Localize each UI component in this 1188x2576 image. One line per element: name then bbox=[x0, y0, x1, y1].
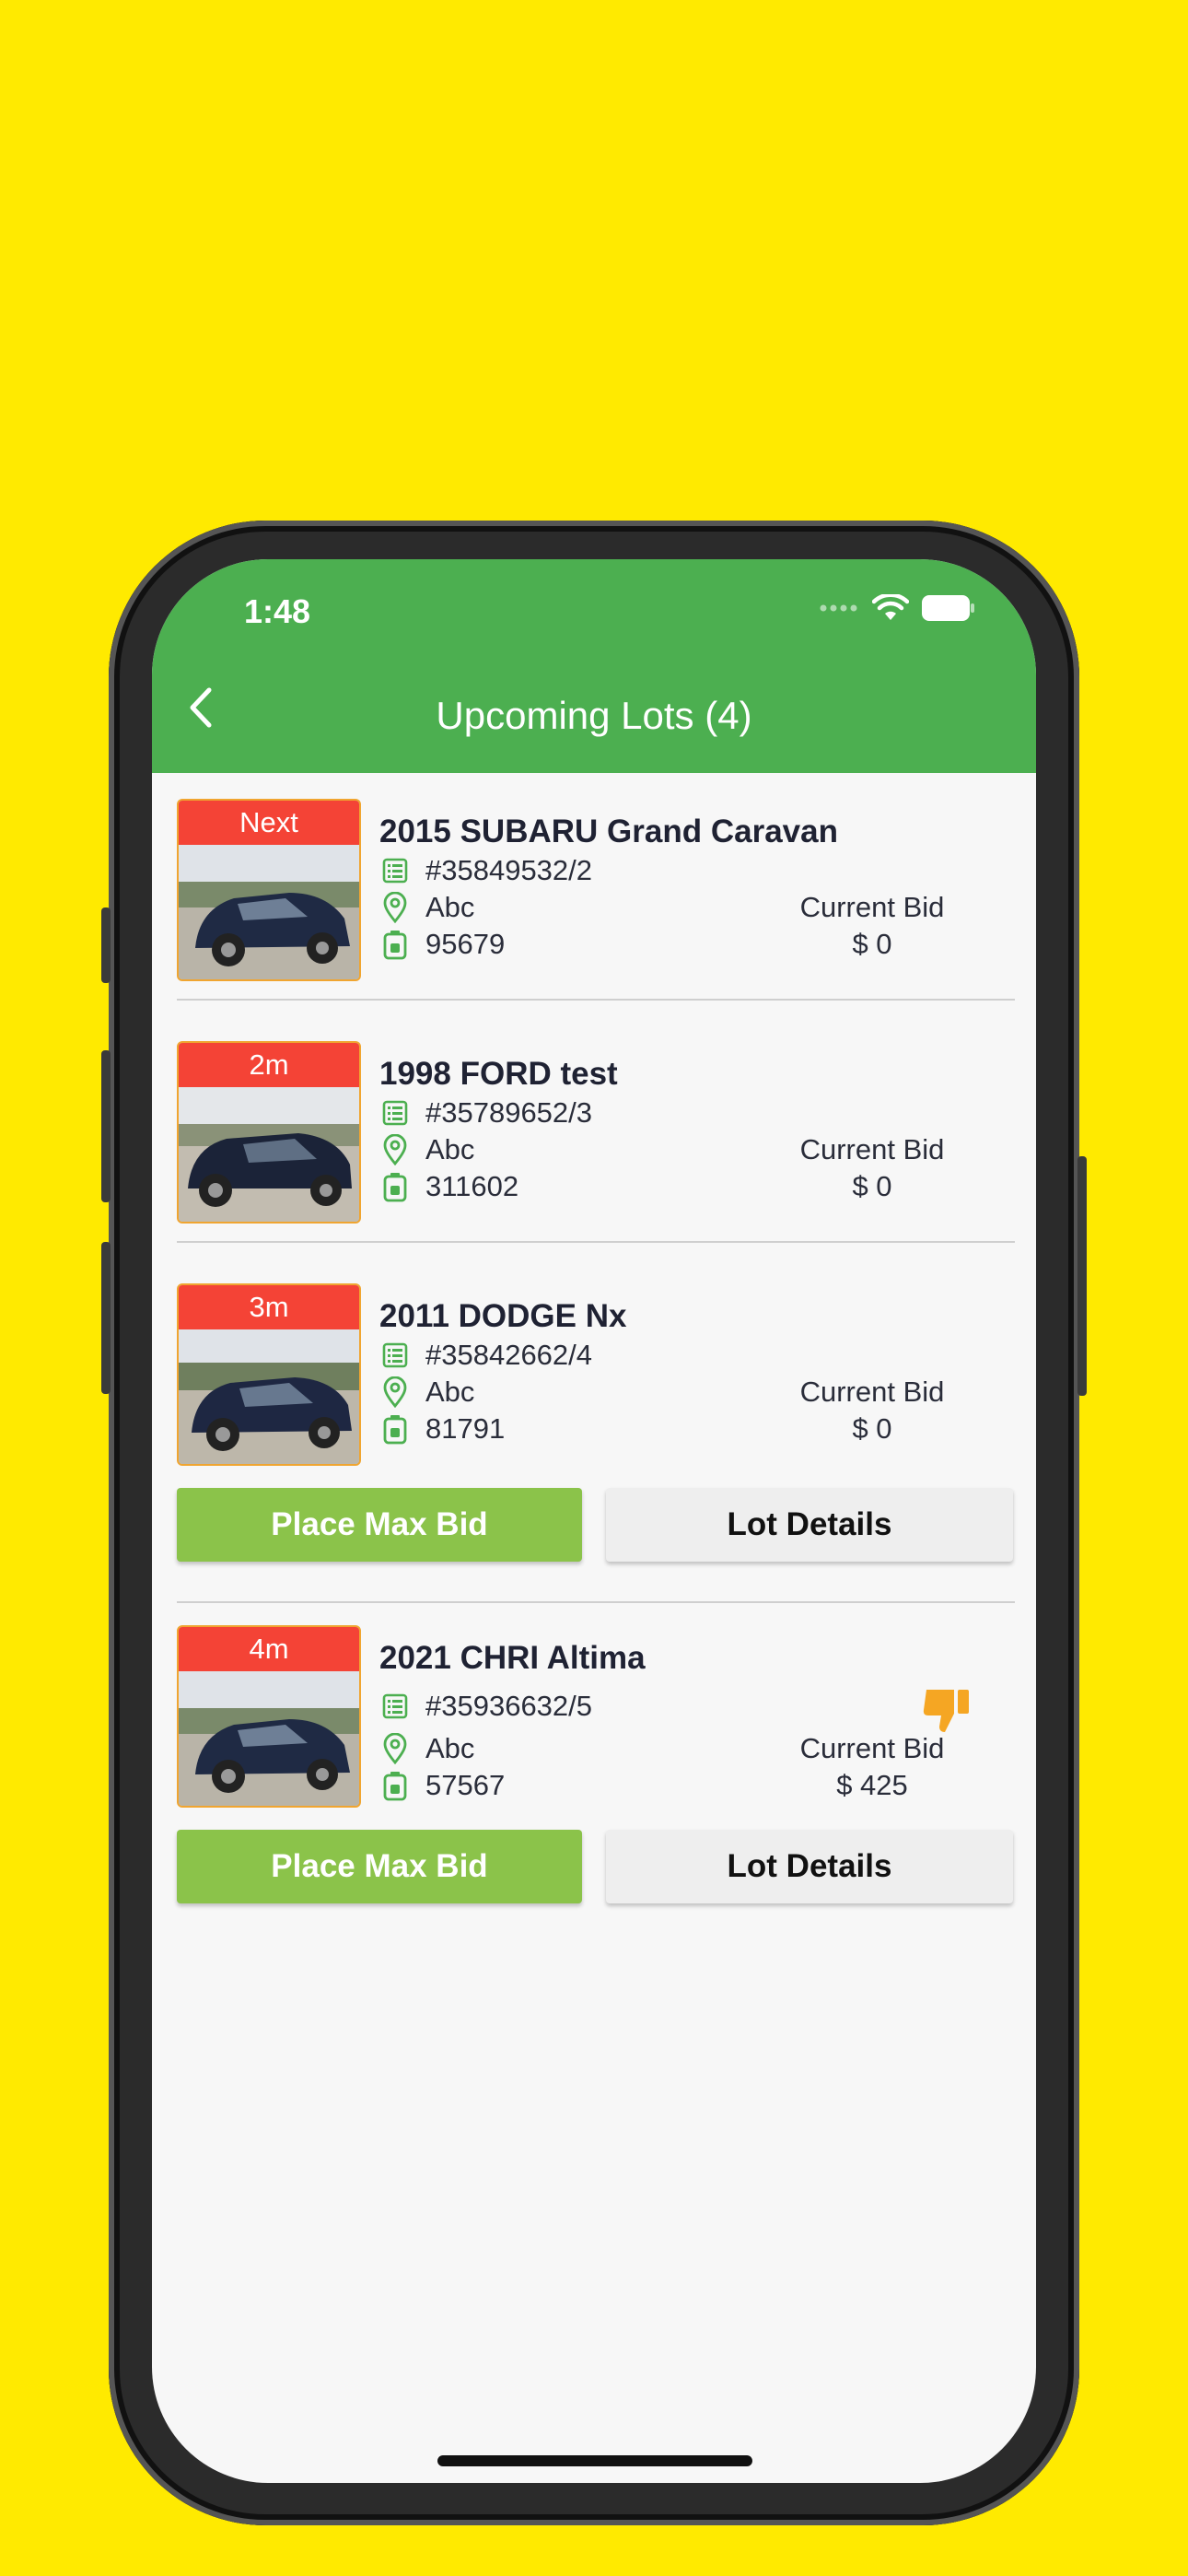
lot-number-row: #35936632/5 bbox=[379, 1690, 592, 1723]
current-bid: Current Bid $ 0 bbox=[766, 1376, 978, 1446]
location-row: Abc bbox=[379, 891, 474, 924]
lot-number-row: #35789652/3 bbox=[379, 1096, 592, 1130]
odometer: 311602 bbox=[425, 1170, 519, 1202]
lot-card[interactable]: 3m 2011 DODGE Nx #35842662/4 Abc 81791 C… bbox=[177, 1283, 1015, 1626]
lot-card[interactable]: Next 2015 SUBARU Grand Caravan #35849532… bbox=[177, 799, 1015, 1025]
divider bbox=[177, 1241, 1015, 1243]
current-bid-value: $ 425 bbox=[836, 1769, 908, 1801]
current-bid: Current Bid $ 425 bbox=[766, 1732, 978, 1802]
odometer-row: 57567 bbox=[379, 1769, 505, 1802]
odometer-icon bbox=[379, 1413, 411, 1445]
car-image bbox=[179, 845, 359, 979]
car-image bbox=[179, 1087, 359, 1222]
odometer: 57567 bbox=[425, 1769, 506, 1801]
location-pin-icon bbox=[379, 1134, 411, 1165]
cellular-dots-icon bbox=[820, 604, 857, 612]
divider bbox=[177, 999, 1015, 1001]
lot-details-button[interactable]: Lot Details bbox=[606, 1488, 1013, 1562]
lot-number-row: #35849532/2 bbox=[379, 854, 592, 887]
current-bid-label: Current Bid bbox=[799, 1133, 945, 1165]
location-pin-icon bbox=[379, 892, 411, 923]
vehicle-thumbnail[interactable]: Next bbox=[177, 799, 361, 981]
lot-number: #35849532/2 bbox=[425, 854, 593, 886]
current-bid-label: Current Bid bbox=[799, 891, 945, 923]
app-bar: 1:48 Upcoming Lots (4) bbox=[152, 559, 1036, 773]
vehicle-thumbnail[interactable]: 3m bbox=[177, 1283, 361, 1466]
odometer-icon bbox=[379, 929, 411, 960]
phone-volume-down bbox=[101, 1242, 111, 1394]
odometer: 95679 bbox=[425, 928, 506, 960]
current-bid-label: Current Bid bbox=[799, 1376, 945, 1408]
current-bid-label: Current Bid bbox=[799, 1732, 945, 1764]
app-screen: 1:48 Upcoming Lots (4) Next 2015 SUBARU … bbox=[152, 559, 1036, 2483]
location: Abc bbox=[425, 1376, 475, 1408]
odometer-icon bbox=[379, 1770, 411, 1801]
lot-title[interactable]: 2011 DODGE Nx bbox=[379, 1298, 626, 1335]
lot-number: #35789652/3 bbox=[425, 1096, 593, 1129]
lot-number-row: #35842662/4 bbox=[379, 1339, 592, 1372]
lot-card[interactable]: 2m 1998 FORD test #35789652/3 Abc 311602… bbox=[177, 1041, 1015, 1268]
lot-timer-badge: 2m bbox=[179, 1043, 359, 1087]
current-bid: Current Bid $ 0 bbox=[766, 1133, 978, 1203]
lot-details-button[interactable]: Lot Details bbox=[606, 1830, 1013, 1903]
home-indicator[interactable] bbox=[437, 2455, 752, 2466]
thumbs-down-icon bbox=[921, 1686, 973, 1739]
current-bid-value: $ 0 bbox=[852, 1412, 892, 1445]
list-icon bbox=[379, 1691, 411, 1722]
phone-volume-up bbox=[101, 1050, 111, 1202]
odometer: 81791 bbox=[425, 1412, 506, 1445]
lot-number: #35936632/5 bbox=[425, 1690, 593, 1722]
odometer-row: 95679 bbox=[379, 928, 505, 961]
lot-title[interactable]: 2015 SUBARU Grand Caravan bbox=[379, 814, 838, 850]
odometer-row: 81791 bbox=[379, 1412, 505, 1446]
wifi-icon bbox=[872, 594, 909, 620]
list-icon bbox=[379, 1097, 411, 1129]
location-pin-icon bbox=[379, 1733, 411, 1764]
lot-title[interactable]: 2021 CHRI Altima bbox=[379, 1640, 646, 1677]
place-max-bid-button[interactable]: Place Max Bid bbox=[177, 1488, 582, 1562]
list-icon bbox=[379, 1340, 411, 1371]
lot-timer-badge: 4m bbox=[179, 1627, 359, 1671]
location-row: Abc bbox=[379, 1133, 474, 1166]
car-image bbox=[179, 1671, 359, 1806]
list-icon bbox=[379, 855, 411, 886]
location: Abc bbox=[425, 1732, 475, 1764]
divider bbox=[177, 1601, 1015, 1603]
page-title: Upcoming Lots (4) bbox=[436, 694, 752, 737]
vehicle-thumbnail[interactable]: 4m bbox=[177, 1625, 361, 1808]
odometer-row: 311602 bbox=[379, 1170, 518, 1203]
odometer-icon bbox=[379, 1171, 411, 1202]
status-icons bbox=[819, 594, 975, 622]
location: Abc bbox=[425, 1133, 475, 1165]
phone-power-button bbox=[1077, 1156, 1087, 1396]
current-bid-value: $ 0 bbox=[852, 1170, 892, 1202]
location-pin-icon bbox=[379, 1376, 411, 1408]
lot-timer-badge: Next bbox=[179, 801, 359, 845]
lot-title[interactable]: 1998 FORD test bbox=[379, 1056, 618, 1093]
location: Abc bbox=[425, 891, 475, 923]
phone-silent-switch bbox=[101, 907, 111, 983]
lot-number: #35842662/4 bbox=[425, 1339, 593, 1371]
place-max-bid-button[interactable]: Place Max Bid bbox=[177, 1830, 582, 1903]
current-bid-value: $ 0 bbox=[852, 928, 892, 960]
vehicle-thumbnail[interactable]: 2m bbox=[177, 1041, 361, 1224]
location-row: Abc bbox=[379, 1376, 474, 1409]
battery-icon bbox=[922, 595, 974, 621]
lot-timer-badge: 3m bbox=[179, 1285, 359, 1329]
lot-card[interactable]: 4m 2021 CHRI Altima #35936632/5 Abc 5756… bbox=[177, 1625, 1015, 1916]
status-time: 1:48 bbox=[244, 592, 311, 630]
current-bid: Current Bid $ 0 bbox=[766, 891, 978, 961]
location-row: Abc bbox=[379, 1732, 474, 1765]
car-image bbox=[179, 1329, 359, 1464]
